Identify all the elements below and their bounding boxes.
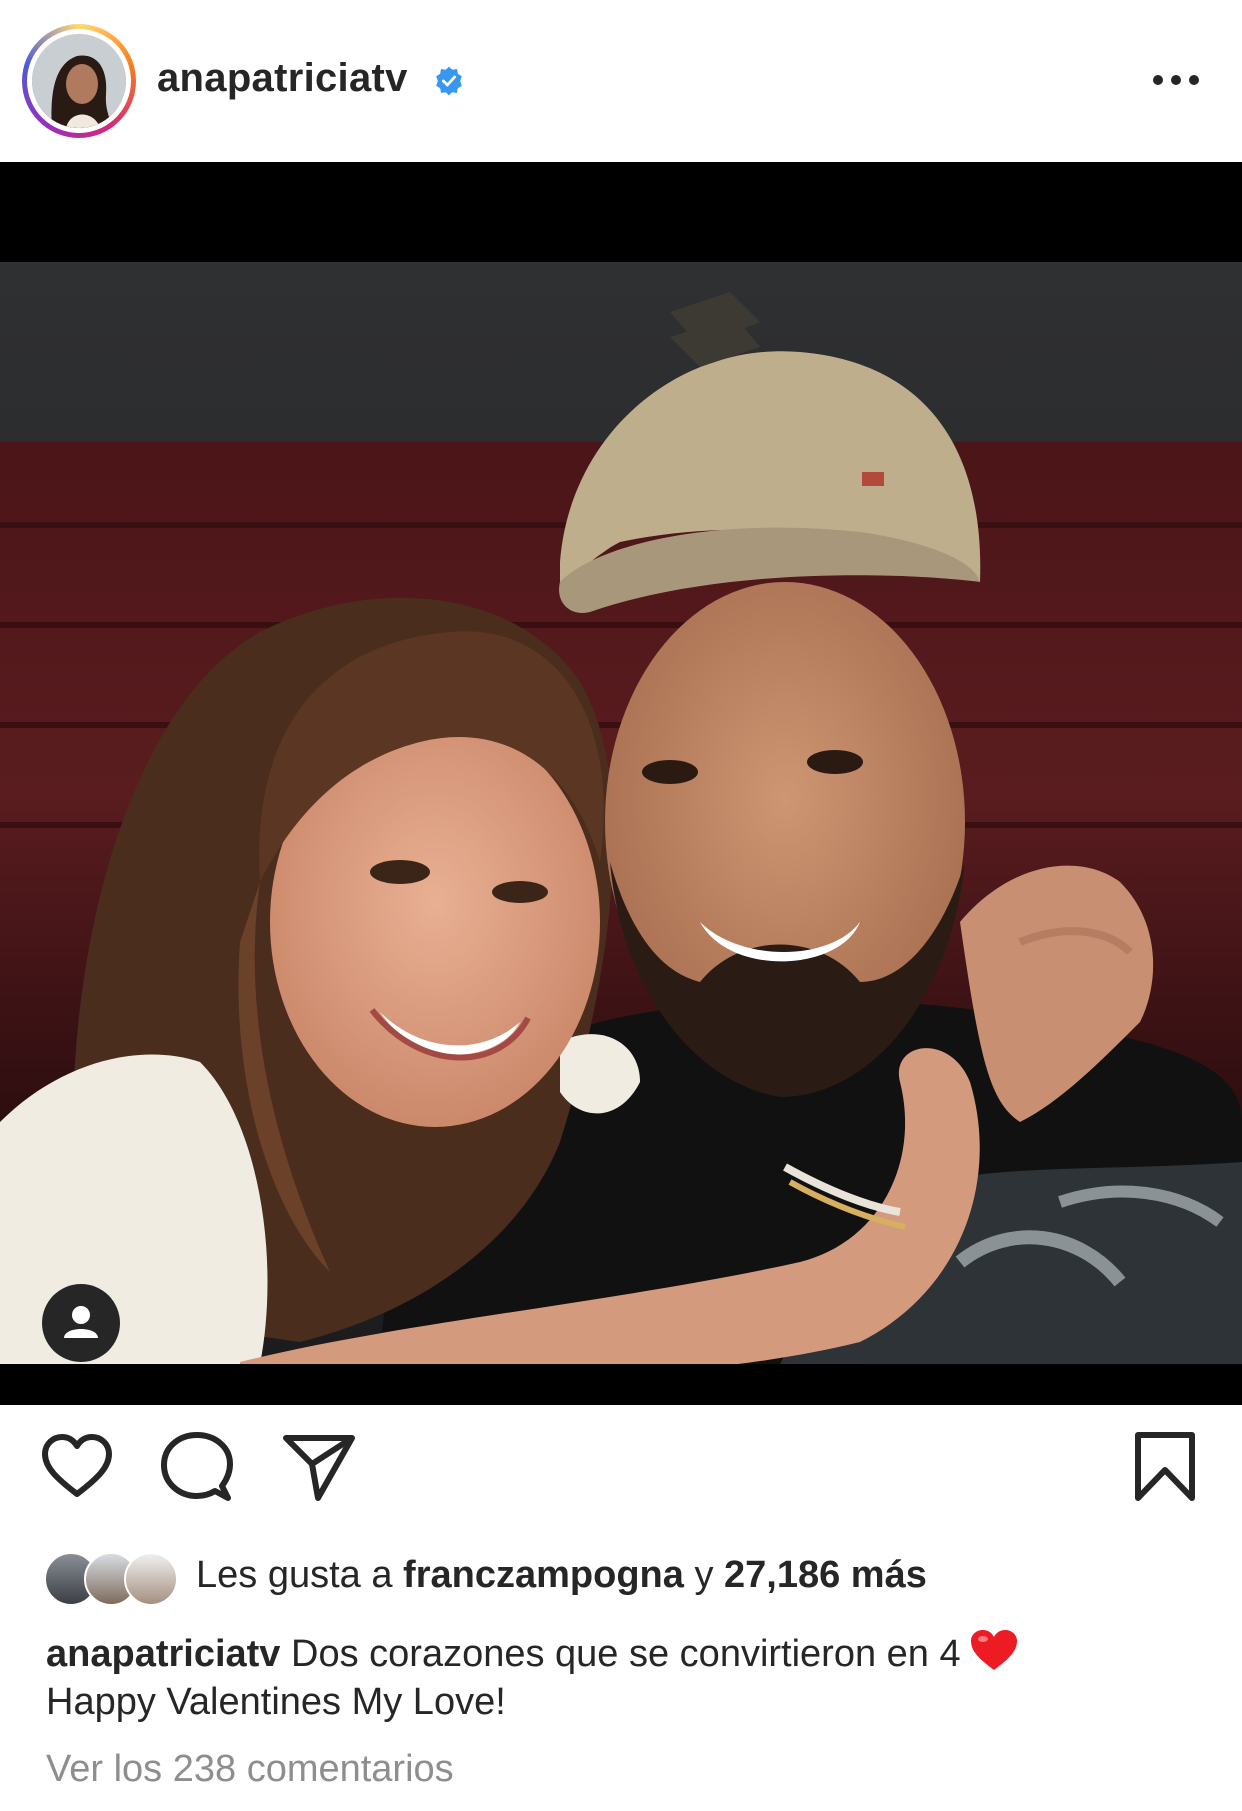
post-username[interactable]: anapatriciatv [157, 56, 408, 101]
heart-icon[interactable] [40, 1430, 114, 1504]
likes-count[interactable]: 27,186 más [724, 1554, 927, 1596]
send-icon[interactable] [282, 1430, 356, 1504]
tagged-users-button[interactable] [42, 1284, 120, 1362]
likes-text: Les gusta a franczampogna y 27,186 más [196, 1554, 927, 1596]
verified-badge-icon [436, 66, 462, 96]
avatar [124, 1552, 178, 1606]
post-header: anapatriciatv [0, 0, 1242, 162]
liker-username[interactable]: franczampogna [403, 1554, 684, 1596]
caption-text-line2: Happy Valentines My Love! [46, 1681, 506, 1723]
caption-username[interactable]: anapatriciatv [46, 1633, 280, 1675]
user-tag-icon [64, 1306, 98, 1338]
bookmark-icon[interactable] [1128, 1430, 1202, 1504]
more-options-icon[interactable] [1148, 62, 1204, 98]
post-caption: anapatriciatv Dos corazones que se convi… [46, 1628, 1196, 1726]
comment-icon[interactable] [160, 1430, 234, 1504]
profile-avatar[interactable] [22, 24, 136, 138]
liker-avatars [44, 1552, 178, 1606]
post-photo[interactable] [0, 162, 1242, 1405]
action-bar [0, 1430, 1242, 1510]
view-comments-link[interactable]: Ver los 238 comentarios [46, 1748, 454, 1791]
avatar-photo [32, 34, 126, 128]
caption-text-line1: Dos corazones que se convirtieron en 4 [291, 1633, 961, 1675]
red-heart-icon [970, 1630, 1017, 1670]
likes-summary[interactable]: Les gusta a franczampogna y 27,186 más [44, 1546, 1194, 1606]
